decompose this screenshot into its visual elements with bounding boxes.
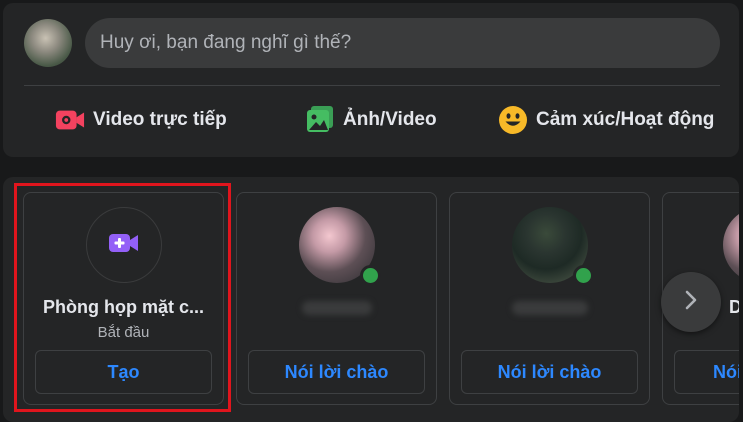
live-video-label: Video trực tiếp [93, 109, 227, 130]
online-status-dot [359, 265, 381, 286]
create-room-subtitle: Bắt đầu [97, 324, 150, 341]
post-composer: Huy ơi, bạn đang nghĩ gì thế? Video trực… [3, 3, 739, 157]
composer-top-row: Huy ơi, bạn đang nghĩ gì thế? [24, 17, 720, 69]
carousel-next-button[interactable] [661, 272, 721, 332]
friend-name-partial: D [729, 297, 739, 317]
feeling-activity-button[interactable]: Cảm xúc/Hoạt động [498, 95, 714, 145]
video-plus-icon [108, 232, 140, 259]
chevron-right-icon [683, 289, 699, 316]
friend-room-card[interactable]: Nói lời chào [236, 192, 437, 405]
composer-divider [24, 85, 720, 86]
photo-video-label: Ảnh/Video [343, 109, 437, 130]
smiley-icon [498, 105, 528, 135]
create-room-title: Phòng họp mặt c... [43, 297, 204, 317]
say-hello-button[interactable]: Nói [674, 350, 739, 394]
friend-avatar[interactable] [723, 207, 739, 283]
user-avatar[interactable] [24, 19, 72, 67]
create-room-card[interactable]: Phòng họp mặt c... Bắt đầu Tạo [23, 192, 224, 405]
say-hello-button[interactable]: Nói lời chào [248, 350, 425, 394]
online-status-dot [572, 265, 594, 286]
create-room-circle [85, 207, 162, 283]
create-room-button[interactable]: Tạo [35, 350, 212, 394]
friend-name-blurred [301, 301, 372, 315]
rooms-carousel: Phòng họp mặt c... Bắt đầu Tạo Nói lời c… [3, 177, 739, 422]
feeling-activity-label: Cảm xúc/Hoạt động [536, 109, 715, 130]
friend-room-card[interactable]: Nói lời chào [449, 192, 650, 405]
live-video-icon [55, 105, 85, 135]
post-input[interactable]: Huy ơi, bạn đang nghĩ gì thế? [85, 18, 720, 68]
say-hello-button[interactable]: Nói lời chào [461, 350, 638, 394]
live-video-button[interactable]: Video trực tiếp [55, 95, 227, 145]
friend-name-blurred [511, 301, 588, 315]
photo-video-button[interactable]: Ảnh/Video [305, 95, 437, 145]
photo-icon [305, 105, 335, 135]
composer-actions: Video trực tiếp Ảnh/Video Cảm xúc/Hoạt đ… [3, 95, 739, 145]
